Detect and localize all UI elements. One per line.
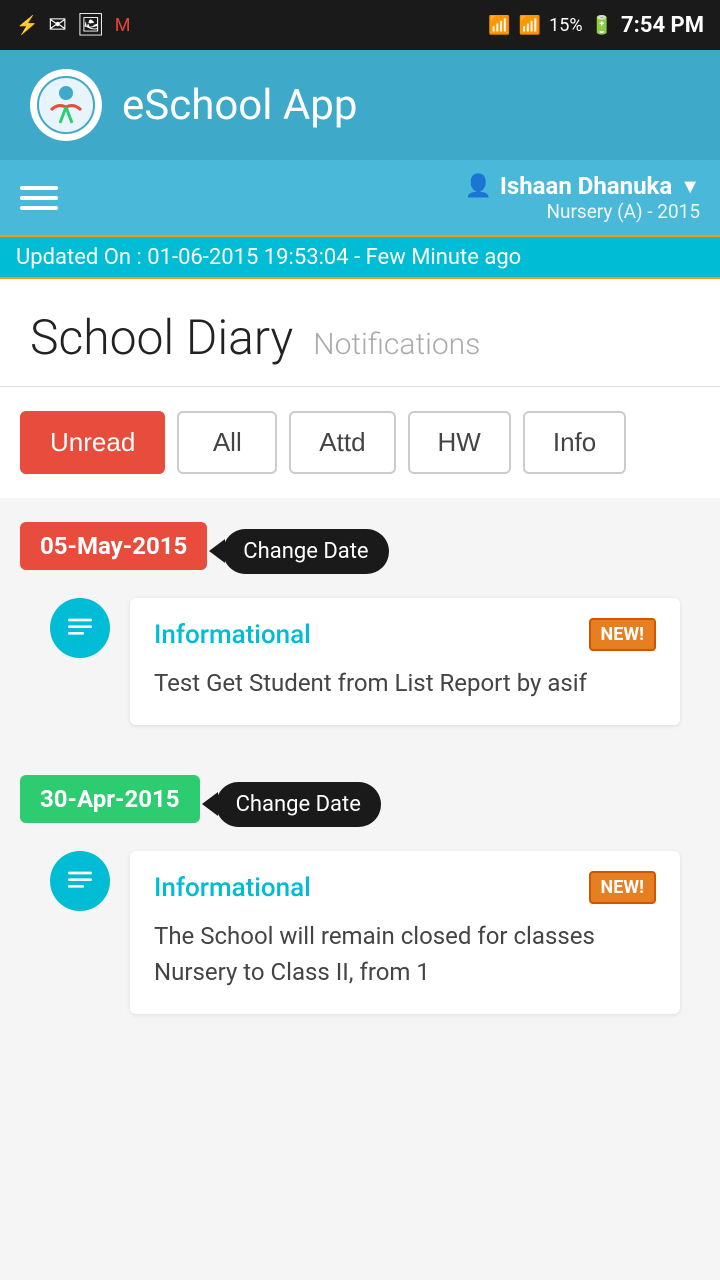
status-icons-left: ⚡ ✉ 🖼 M [16,13,131,38]
card-type-1: Informational [154,620,311,650]
user-info[interactable]: 👤 Ishaan Dhanuka ▼ Nursery (A) - 2015 [464,172,700,223]
user-icon: 👤 [464,174,491,199]
filter-tabs: Unread All Attd HW Info [0,387,720,498]
update-text: Updated On : 01-06-2015 19:53:04 - Few M… [16,245,521,270]
user-dropdown-arrow[interactable]: ▼ [680,174,700,199]
timeline-2: Informational NEW! The School will remai… [20,851,700,1014]
app-logo [30,69,102,141]
battery-icon: 🔋 [591,15,613,36]
tab-hw[interactable]: HW [408,411,511,474]
change-date-2[interactable]: Change Date [216,782,381,827]
update-banner: Updated On : 01-06-2015 19:53:04 - Few M… [0,235,720,279]
status-icons-right: 📶 📶 15% 🔋 7:54 PM [488,13,704,38]
hamburger-menu[interactable] [20,186,58,210]
content-area: 05-May-2015 Change Date Informational NE… [0,498,720,1060]
list-icon-2 [64,865,96,897]
usb-icon: ⚡ [16,15,38,36]
new-badge-2: NEW! [589,871,656,904]
tab-attd[interactable]: Attd [289,411,395,474]
diary-card-2: Informational NEW! The School will remai… [130,851,680,1014]
logo-svg [36,75,96,135]
page-title-area: School Diary Notifications [0,279,720,387]
card-type-2: Informational [154,873,311,903]
card-header-2: Informational NEW! [154,871,656,904]
diary-entry-1: 05-May-2015 Change Date Informational NE… [0,498,720,751]
signal-icon: 📶 [519,15,541,36]
change-date-1[interactable]: Change Date [223,529,388,574]
mail-icon: ✉ [48,13,66,38]
updated-on-label: Updated On : [16,245,142,270]
image-icon: 🖼 [77,13,105,38]
updated-on-value: 01-06-2015 19:53:04 - Few Minute ago [142,245,521,270]
wifi-icon: 📶 [488,15,510,36]
page-title: School Diary [30,309,293,366]
timeline-item-1: Informational NEW! Test Get Student from… [50,598,700,725]
diary-card-1: Informational NEW! Test Get Student from… [130,598,680,725]
app-header: eSchool App [0,50,720,160]
page-subtitle: Notifications [313,327,480,362]
timeline-icon-2 [50,851,110,911]
battery-label: 15% [549,15,582,36]
timeline-icon-1 [50,598,110,658]
card-body-2: The School will remain closed for classe… [154,918,656,990]
card-body-1: Test Get Student from List Report by asi… [154,665,656,701]
user-name: Ishaan Dhanuka [500,172,672,200]
status-bar: ⚡ ✉ 🖼 M 📶 📶 15% 🔋 7:54 PM [0,0,720,50]
new-badge-1: NEW! [589,618,656,651]
date-badge-1: 05-May-2015 [20,522,207,570]
tab-all[interactable]: All [177,411,277,474]
timeline-item-2: Informational NEW! The School will remai… [50,851,700,1014]
time-display: 7:54 PM [621,13,704,38]
tab-unread[interactable]: Unread [20,411,165,474]
tab-info[interactable]: Info [523,411,626,474]
app-title: eSchool App [122,81,357,130]
diary-entry-2: 30-Apr-2015 Change Date Informational NE… [0,751,720,1040]
nav-bar: 👤 Ishaan Dhanuka ▼ Nursery (A) - 2015 [0,160,720,235]
list-icon-1 [64,612,96,644]
user-class: Nursery (A) - 2015 [546,200,700,223]
date-badge-2: 30-Apr-2015 [20,775,200,823]
timeline-1: Informational NEW! Test Get Student from… [20,598,700,725]
card-header-1: Informational NEW! [154,618,656,651]
gmail-icon: M [115,15,131,36]
